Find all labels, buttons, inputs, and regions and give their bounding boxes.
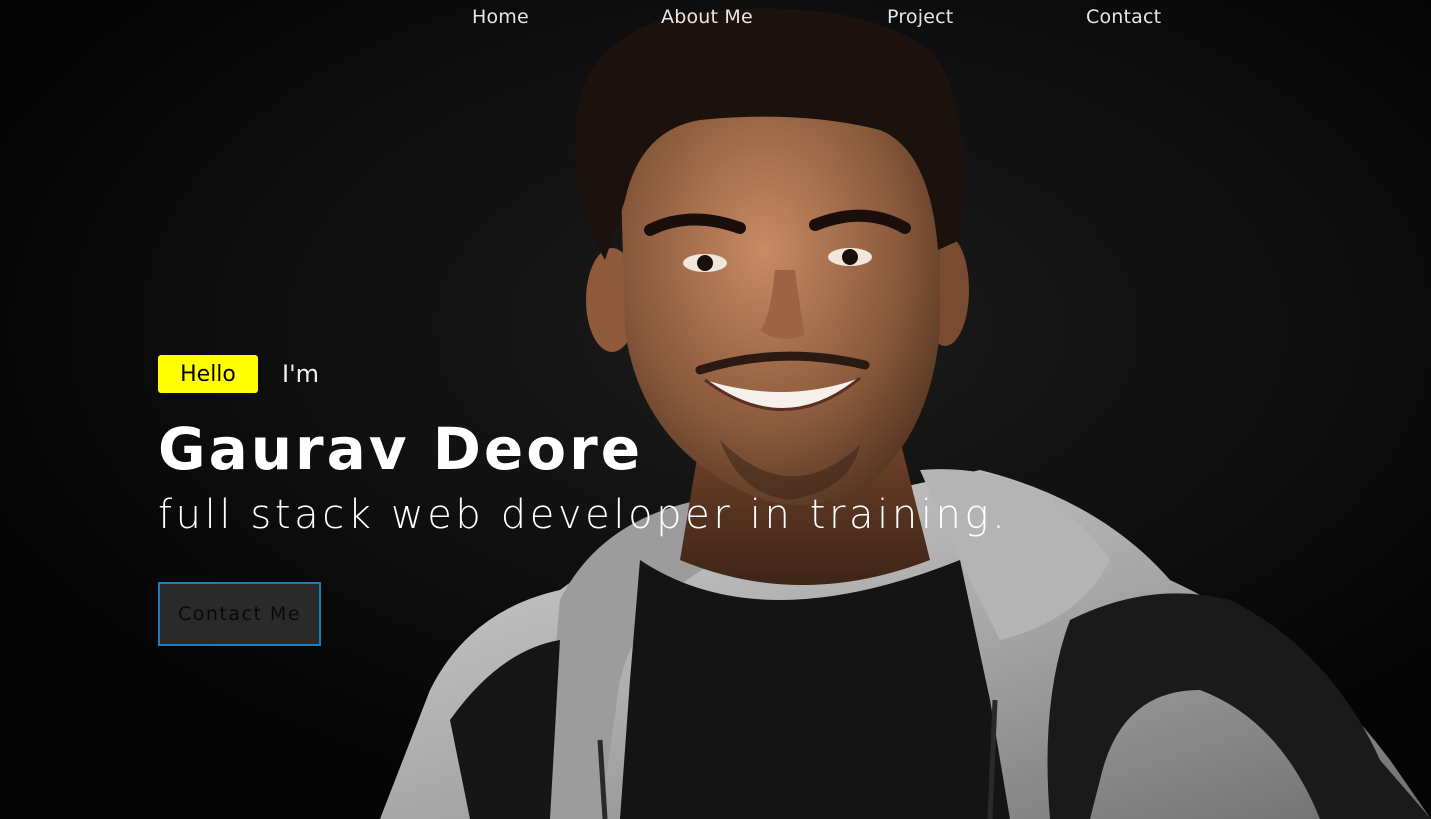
nav-home-link[interactable]: Home	[472, 6, 529, 28]
nav-contact-link[interactable]: Contact	[1086, 6, 1161, 28]
contact-me-button[interactable]: Contact Me	[158, 582, 321, 646]
hero-role: full stack web developer in training.	[158, 492, 1009, 538]
hero-section: Home About Me Project Contact Hello I'm …	[0, 0, 1431, 819]
hero-name: Gaurav Deore	[158, 415, 644, 483]
nav-project-link[interactable]: Project	[887, 6, 953, 28]
main-nav: Home About Me Project Contact	[0, 6, 1431, 36]
hello-badge: Hello	[158, 355, 258, 393]
im-text: I'm	[282, 360, 320, 388]
hero-portrait-image	[0, 0, 1431, 819]
nav-about-me-link[interactable]: About Me	[661, 6, 753, 28]
greeting-row: Hello I'm	[158, 355, 319, 393]
